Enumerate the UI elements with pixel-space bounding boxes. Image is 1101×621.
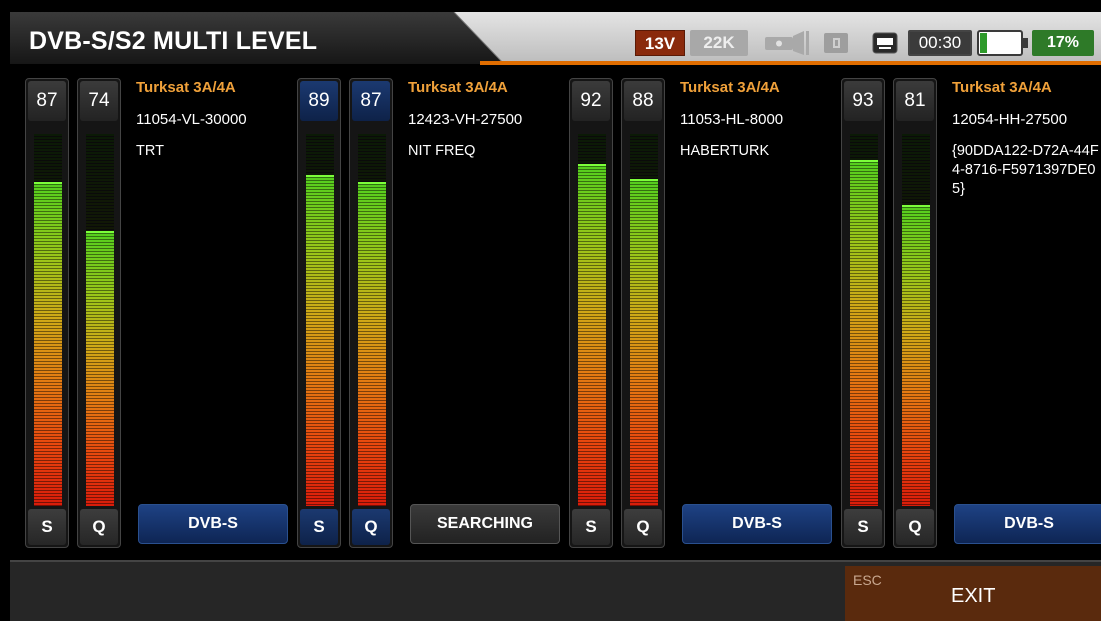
tone-22k-badge[interactable]: 22K xyxy=(690,30,748,56)
satellite-name: Turksat 3A/4A xyxy=(952,79,1052,96)
signal-bar-track xyxy=(34,134,62,506)
transponder-group-3: 92 S 88 Q Turksat 3A/4A 11053-HL-8000 HABERTUR… xyxy=(564,68,836,560)
quality-bar-track xyxy=(86,134,114,506)
transponder-group-1: 87 S 74 Q Turksat 3A/4A 11054-VL-30000 TRT DVB-… xyxy=(20,68,292,560)
quality-meter: 74 Q xyxy=(77,78,121,548)
signal-label[interactable]: S xyxy=(300,509,338,545)
battery-icon xyxy=(977,30,1029,56)
satellite-name: Turksat 3A/4A xyxy=(136,79,236,96)
signal-bar-fill xyxy=(850,160,878,506)
quality-bar-track xyxy=(630,134,658,506)
flashlight-icon[interactable] xyxy=(764,30,810,56)
exit-button[interactable]: ESC EXIT xyxy=(845,566,1101,621)
quality-meter: 88 Q xyxy=(621,78,665,548)
signal-bar-track xyxy=(850,134,878,506)
signal-bar-track xyxy=(578,134,606,506)
signal-meter: 89 S xyxy=(297,78,341,548)
clock-display: 00:30 xyxy=(908,30,972,56)
transponder-params: 12054-HH-27500 xyxy=(952,111,1068,128)
quality-meter: 81 Q xyxy=(893,78,937,548)
transponder-params: 12423-VH-27500 xyxy=(408,111,523,128)
standard-button[interactable]: DVB-S xyxy=(138,504,288,544)
sd-card-icon[interactable] xyxy=(823,30,853,56)
signal-value: 89 xyxy=(300,81,338,121)
standard-button[interactable]: SEARCHING xyxy=(410,504,560,544)
quality-bar-fill xyxy=(902,205,930,506)
quality-label[interactable]: Q xyxy=(80,509,118,545)
transponder-info: Turksat 3A/4A 12054-HH-27500 {90DDA122-D72… xyxy=(952,78,1101,199)
signal-meter: 92 S xyxy=(569,78,613,548)
quality-value: 81 xyxy=(896,81,934,121)
signal-meter: 93 S xyxy=(841,78,885,548)
satellite-name: Turksat 3A/4A xyxy=(680,79,780,96)
footer-bar: ESC EXIT xyxy=(10,560,1101,621)
quality-label[interactable]: Q xyxy=(352,509,390,545)
quality-bar-fill xyxy=(358,182,386,506)
quality-bar-track xyxy=(902,134,930,506)
lnb-voltage-badge[interactable]: 13V xyxy=(635,30,685,56)
transponder-params: 11054-VL-30000 xyxy=(136,111,247,128)
signal-value: 93 xyxy=(844,81,882,121)
signal-bar-fill xyxy=(306,175,334,506)
transponder-group-2: 89 S 87 Q Turksat 3A/4A 12423-VH-27500 NIT FRE… xyxy=(292,68,564,560)
quality-bar-fill xyxy=(630,179,658,506)
signal-bar-fill xyxy=(578,164,606,506)
signal-label[interactable]: S xyxy=(844,509,882,545)
multi-level-panel: 87 S 74 Q Turksat 3A/4A 11054-VL-30000 TRT DVB-… xyxy=(10,68,1101,560)
signal-label[interactable]: S xyxy=(572,509,610,545)
service-name: NIT FREQ xyxy=(408,143,476,159)
quality-meter: 87 Q xyxy=(349,78,393,548)
service-name: HABERTURK xyxy=(680,143,770,159)
signal-bar-fill xyxy=(34,182,62,506)
page-title: DVB-S/S2 MULTI LEVEL xyxy=(29,27,318,55)
signal-label[interactable]: S xyxy=(28,509,66,545)
standard-button[interactable]: DVB-S xyxy=(954,504,1101,544)
esc-key-hint: ESC xyxy=(853,572,882,588)
header-bar: DVB-S/S2 MULTI LEVEL 13V 22K 00:30 17% xyxy=(0,0,1101,68)
satellite-name: Turksat 3A/4A xyxy=(408,79,508,96)
keyboard-icon[interactable] xyxy=(872,30,898,56)
signal-bar-track xyxy=(306,134,334,506)
battery-percentage: 17% xyxy=(1032,30,1094,56)
signal-value: 92 xyxy=(572,81,610,121)
quality-value: 87 xyxy=(352,81,390,121)
signal-value: 87 xyxy=(28,81,66,121)
quality-label[interactable]: Q xyxy=(624,509,662,545)
quality-bar-track xyxy=(358,134,386,506)
quality-bar-fill xyxy=(86,231,114,506)
quality-value: 74 xyxy=(80,81,118,121)
transponder-group-4: 93 S 81 Q Turksat 3A/4A 12054-HH-27500 {90DDA1… xyxy=(836,68,1101,560)
service-name: {90DDA122-D72A-44F4-8716-F5971397DE05} xyxy=(952,143,1099,197)
transponder-params: 11053-HL-8000 xyxy=(680,111,784,128)
transponder-info: Turksat 3A/4A 11054-VL-30000 TRT xyxy=(136,78,286,161)
exit-label: EXIT xyxy=(951,585,996,607)
quality-label[interactable]: Q xyxy=(896,509,934,545)
header-accent-line xyxy=(480,61,1101,65)
service-name: TRT xyxy=(136,143,164,159)
transponder-info: Turksat 3A/4A 11053-HL-8000 HABERTURK xyxy=(680,78,830,161)
transponder-info: Turksat 3A/4A 12423-VH-27500 NIT FREQ xyxy=(408,78,558,161)
quality-value: 88 xyxy=(624,81,662,121)
signal-meter: 87 S xyxy=(25,78,69,548)
standard-button[interactable]: DVB-S xyxy=(682,504,832,544)
